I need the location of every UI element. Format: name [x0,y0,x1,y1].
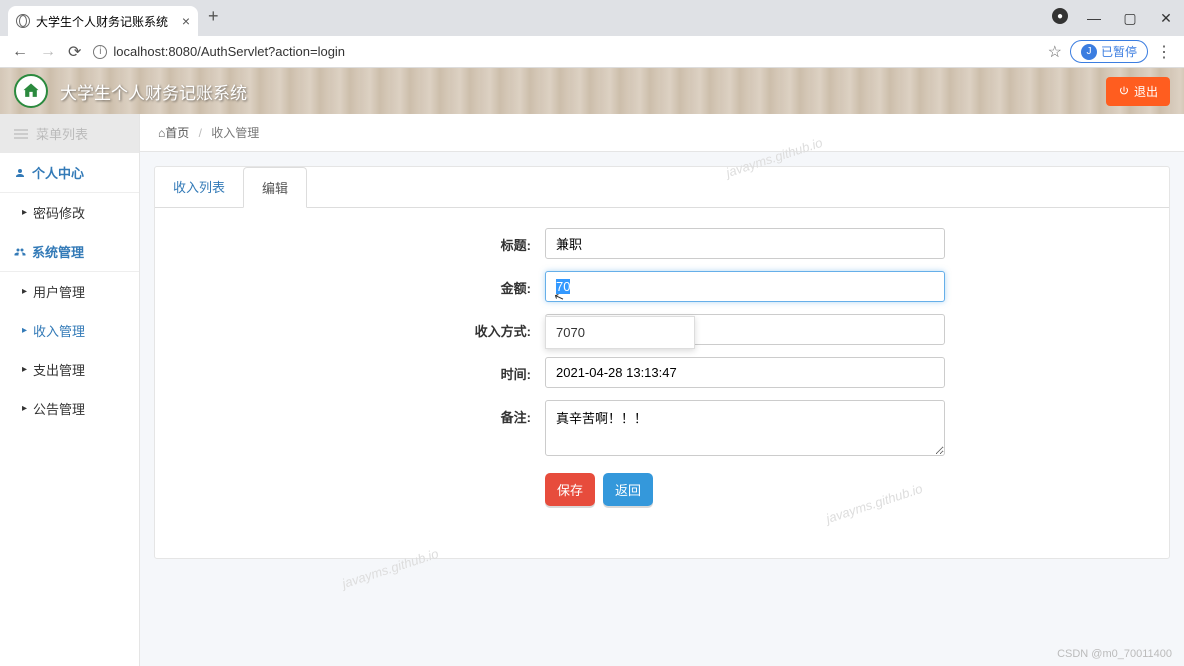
close-icon[interactable]: × [182,13,190,29]
app-title: 大学生个人财务记账系统 [60,79,247,104]
label-title: 标题: [155,228,545,254]
sidebar-item-personal[interactable]: 个人中心 [0,153,139,193]
menu-bars-icon [14,129,28,139]
new-tab-button[interactable]: + [198,6,229,27]
back-button[interactable]: ← [12,43,28,61]
window-close-button[interactable]: ✕ [1156,8,1176,28]
caret-icon: ▸ [22,403,27,414]
globe-icon [16,14,30,28]
window-maximize-button[interactable]: ▢ [1120,8,1140,28]
minimize-bg-icon: ● [1052,8,1068,24]
browser-tab-bar: 大学生个人财务记账系统 × + ● — ▢ ✕ [0,0,1184,36]
footer-watermark: CSDN @m0_70011400 [1057,648,1172,660]
app-header: 大学生个人财务记账系统 退出 [0,68,1184,114]
input-time[interactable] [545,357,945,388]
sidebar-item-system[interactable]: 系统管理 [0,232,139,272]
caret-icon: ▸ [22,286,27,297]
input-title[interactable] [545,228,945,259]
save-button[interactable]: 保存 [545,473,595,506]
window-minimize-button[interactable]: — [1084,8,1104,28]
browser-tab[interactable]: 大学生个人财务记账系统 × [8,6,198,36]
sidebar-item-notice[interactable]: ▸ 公告管理 [0,389,139,428]
edit-form: 标题: 金额: ↖ 收入方式: 时间: 备注: 真辛 [155,208,1169,538]
autocomplete-item[interactable]: 7070 [546,317,694,348]
breadcrumb-home[interactable]: ⌂首页 [158,126,189,140]
caret-icon: ▸ [22,364,27,375]
users-icon [14,246,26,258]
sidebar-item-password[interactable]: ▸ 密码修改 [0,193,139,232]
textarea-note[interactable]: 真辛苦啊！！！ [545,400,945,456]
sidebar-header: 菜单列表 [0,114,139,153]
breadcrumb-separator: / [199,126,202,140]
caret-icon: ▸ [22,207,27,218]
tab-edit[interactable]: 编辑 [243,167,307,208]
sidebar-item-label: 个人中心 [32,163,84,182]
profile-avatar: J [1081,44,1097,60]
input-amount[interactable] [545,271,945,302]
power-icon [1118,85,1130,97]
menu-icon[interactable]: ⋮ [1156,42,1172,62]
site-info-icon[interactable]: i [93,45,107,59]
tab-list[interactable]: 收入列表 [155,167,243,207]
sidebar-item-label: 密码修改 [33,203,85,222]
label-time: 时间: [155,357,545,383]
star-icon[interactable]: ☆ [1048,42,1062,62]
url-text: localhost:8080/AuthServlet?action=login [113,44,345,59]
profile-status: 已暂停 [1101,43,1137,60]
forward-button[interactable]: → [40,43,56,61]
tabs: 收入列表 编辑 [155,167,1169,208]
sidebar-item-label: 公告管理 [33,399,85,418]
content-card: 收入列表 编辑 标题: 金额: ↖ 收入方式: 时间: [154,166,1170,559]
label-note: 备注: [155,400,545,426]
profile-pill[interactable]: J 已暂停 [1070,40,1148,63]
tab-title: 大学生个人财务记账系统 [36,13,168,30]
sidebar-header-label: 菜单列表 [36,124,88,143]
label-amount: 金额: [155,271,545,297]
sidebar-item-label: 收入管理 [33,321,85,340]
caret-icon: ▸ [22,325,27,336]
breadcrumb: ⌂首页 / 收入管理 [140,114,1184,152]
main-content: ⌂首页 / 收入管理 收入列表 编辑 标题: 金额: ↖ 收入方式: [140,114,1184,666]
address-bar[interactable]: i localhost:8080/AuthServlet?action=logi… [93,44,1035,59]
logout-button[interactable]: 退出 [1106,77,1170,106]
sidebar-item-income[interactable]: ▸ 收入管理 [0,311,139,350]
house-icon [21,81,41,101]
breadcrumb-current: 收入管理 [211,126,259,140]
sidebar-item-users[interactable]: ▸ 用户管理 [0,272,139,311]
label-method: 收入方式: [155,314,545,340]
browser-toolbar: ← → ⟳ i localhost:8080/AuthServlet?actio… [0,36,1184,68]
reload-button[interactable]: ⟳ [68,42,81,62]
user-icon [14,167,26,179]
sidebar: 菜单列表 个人中心 ▸ 密码修改 系统管理 ▸ 用户管理 ▸ 收入管理 ▸ 支出… [0,114,140,666]
sidebar-item-label: 系统管理 [32,242,84,261]
app-logo [14,74,48,108]
sidebar-item-label: 支出管理 [33,360,85,379]
logout-label: 退出 [1134,83,1158,100]
sidebar-item-label: 用户管理 [33,282,85,301]
sidebar-item-expense[interactable]: ▸ 支出管理 [0,350,139,389]
autocomplete-dropdown: 7070 [545,316,695,349]
back-button-form[interactable]: 返回 [603,473,653,506]
